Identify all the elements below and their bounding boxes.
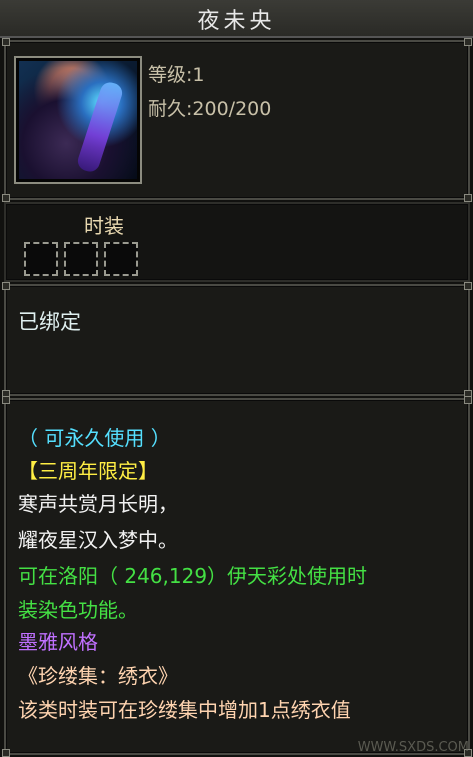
dye-info: 可在洛阳（ 246,129）伊天彩处使用时	[18, 564, 368, 588]
bind-panel: 已绑定	[2, 282, 472, 398]
item-category: 时装	[84, 214, 124, 238]
title-bar: 夜未央	[0, 0, 473, 38]
item-header-panel: 等级:1 耐久:200/200	[2, 38, 472, 202]
dye-slot[interactable]	[24, 242, 58, 276]
dye-info: 装染色功能。	[18, 598, 138, 622]
dye-slot[interactable]	[64, 242, 98, 276]
item-name: 夜未央	[197, 9, 276, 34]
poem-line: 耀夜星汉入梦中。	[18, 528, 178, 552]
dye-slot[interactable]	[104, 242, 138, 276]
usage-text: （ 可永久使用 ）	[18, 426, 171, 450]
item-icon-frame	[14, 56, 142, 184]
bound-status: 已绑定	[18, 310, 81, 334]
style-text: 墨雅风格	[18, 630, 98, 654]
item-tooltip: 夜未央 等级:1 耐久:200/200 时装 已绑定 （ 可永久使用 ） 【三周…	[0, 0, 473, 757]
description-panel: （ 可永久使用 ） 【三周年限定】 寒声共赏月长明， 耀夜星汉入梦中。 可在洛阳…	[2, 396, 472, 757]
event-tag: 【三周年限定】	[18, 459, 158, 483]
item-level: 等级:1	[148, 64, 205, 86]
poem-line: 寒声共赏月长明，	[18, 492, 178, 516]
collection-text: 《珍缕集：绣衣》	[18, 664, 178, 688]
fashion-costume-icon	[19, 61, 137, 179]
item-durability: 耐久:200/200	[148, 98, 272, 120]
fashion-slot-panel: 时装	[4, 202, 470, 282]
collection-bonus: 该类时装可在珍缕集中增加1点绣衣值	[18, 698, 351, 722]
watermark: WWW.SXDS.COM	[357, 740, 469, 755]
